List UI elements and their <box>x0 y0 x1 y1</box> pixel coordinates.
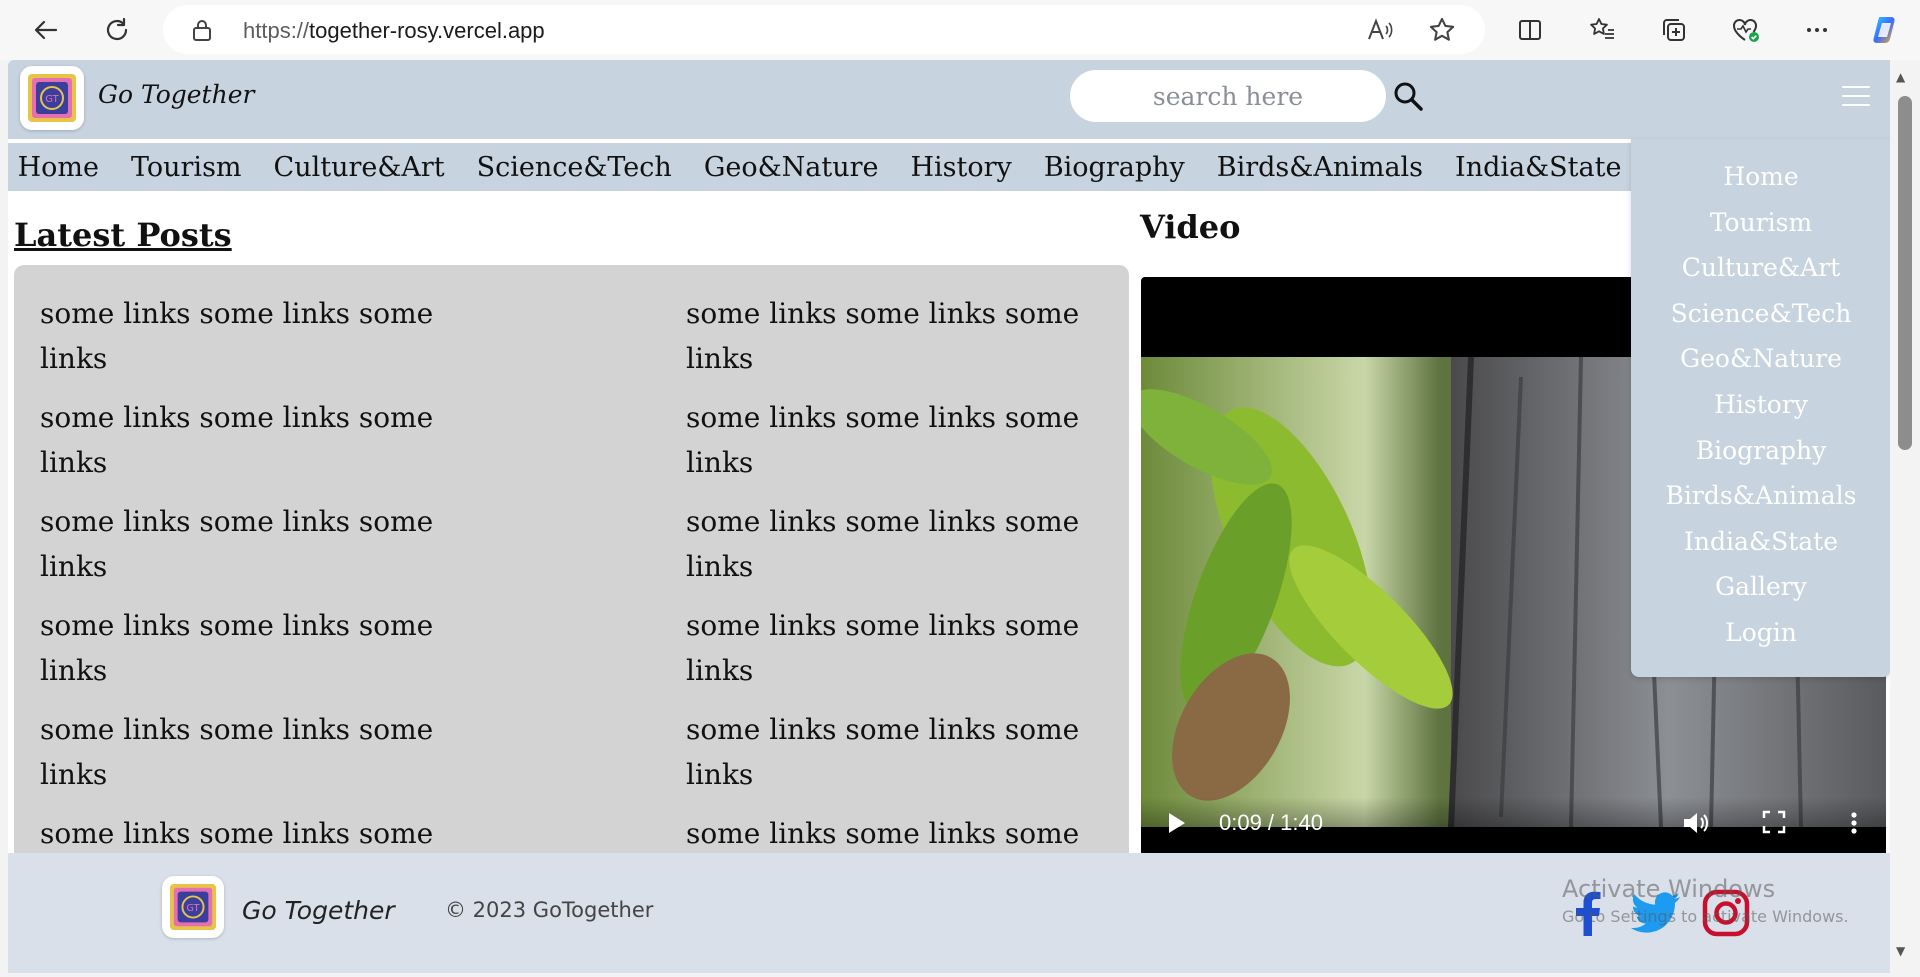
back-icon[interactable] <box>26 10 66 50</box>
post-link[interactable]: some links some links some links <box>40 499 440 603</box>
footer-logo[interactable]: GT <box>162 876 224 938</box>
play-icon[interactable] <box>1163 809 1189 841</box>
svg-text:GT: GT <box>45 94 59 105</box>
post-link[interactable]: some links some links some links <box>686 707 1086 811</box>
instagram-icon[interactable] <box>1700 887 1752 939</box>
lock-icon[interactable] <box>191 18 213 46</box>
collections-icon[interactable] <box>1654 10 1694 50</box>
video-heading: Video <box>1140 208 1241 246</box>
copilot-icon[interactable] <box>1866 10 1906 50</box>
post-link[interactable]: some links some links some links <box>686 603 1086 707</box>
menu-item-gallery[interactable]: Gallery <box>1631 564 1890 610</box>
video-more-icon[interactable] <box>1841 809 1867 841</box>
post-link[interactable]: some links some links some links <box>40 395 440 499</box>
nav-culture-art[interactable]: Culture&Art <box>274 152 445 183</box>
browser-essentials-icon[interactable] <box>1726 10 1766 50</box>
hamburger-menu-icon[interactable] <box>1842 86 1870 110</box>
menu-item-india-state[interactable]: India&State <box>1631 519 1890 565</box>
menu-item-biography[interactable]: Biography <box>1631 428 1890 474</box>
nav-india-state[interactable]: India&State <box>1455 152 1621 183</box>
facebook-icon[interactable] <box>1562 887 1614 939</box>
svg-text:GT: GT <box>187 903 200 914</box>
search-icon <box>1394 82 1423 111</box>
post-link[interactable]: some links some links some links <box>40 291 440 395</box>
search-button[interactable] <box>1386 74 1430 118</box>
nav-birds-animals[interactable]: Birds&Animals <box>1217 152 1423 183</box>
main-nav: Home Tourism Culture&Art Science&Tech Ge… <box>8 141 1631 191</box>
post-link[interactable]: some links some links some links <box>686 499 1086 603</box>
nav-history[interactable]: History <box>911 152 1012 183</box>
menu-item-home[interactable]: Home <box>1631 154 1890 200</box>
site-header: GT Go Together <box>8 60 1890 139</box>
address-bar[interactable]: https://together-rosy.vercel.app <box>163 5 1485 54</box>
url-host: together-rosy.vercel.app <box>309 18 545 43</box>
site-footer: GT Go Together © 2023 GoTogether Activat… <box>8 853 1890 973</box>
menu-item-history[interactable]: History <box>1631 382 1890 428</box>
video-time: 0:09 / 1:40 <box>1219 810 1323 835</box>
video-controls: 0:09 / 1:40 <box>1141 797 1886 853</box>
url-protocol: https:// <box>243 18 310 43</box>
url-text[interactable]: https://together-rosy.vercel.app <box>243 18 545 44</box>
twitter-icon[interactable] <box>1630 887 1682 939</box>
go-together-logo-icon: GT <box>28 74 76 122</box>
go-together-logo-icon: GT <box>169 883 217 931</box>
nav-tourism[interactable]: Tourism <box>131 152 242 183</box>
nav-science-tech[interactable]: Science&Tech <box>477 152 672 183</box>
page-viewport: GT Go Together Home Tourism Culture&Art … <box>8 60 1890 973</box>
refresh-icon[interactable] <box>97 10 137 50</box>
menu-item-science-tech[interactable]: Science&Tech <box>1631 291 1890 337</box>
site-logo[interactable]: GT <box>20 66 84 130</box>
post-link[interactable]: some links some links some links <box>686 395 1086 499</box>
split-screen-icon[interactable] <box>1510 10 1550 50</box>
favorite-star-icon[interactable] <box>1425 13 1459 47</box>
menu-item-culture-art[interactable]: Culture&Art <box>1631 245 1890 291</box>
footer-brand: Go Together <box>242 896 395 925</box>
post-link[interactable]: some links some links some links <box>40 707 440 811</box>
menu-item-login[interactable]: Login <box>1631 610 1890 656</box>
latest-posts-heading: Latest Posts <box>14 216 232 254</box>
read-aloud-icon[interactable] <box>1363 13 1397 47</box>
browser-toolbar: https://together-rosy.vercel.app <box>0 0 1920 60</box>
favorites-icon[interactable] <box>1582 10 1622 50</box>
scroll-thumb[interactable] <box>1898 96 1912 450</box>
nav-geo-nature[interactable]: Geo&Nature <box>704 152 879 183</box>
scroll-up-icon[interactable]: ▲ <box>1896 70 1905 84</box>
volume-icon[interactable] <box>1681 809 1711 841</box>
post-link[interactable]: some links some links some links <box>686 291 1086 395</box>
fullscreen-icon[interactable] <box>1761 809 1787 839</box>
nav-home[interactable]: Home <box>18 152 99 183</box>
nav-biography[interactable]: Biography <box>1044 152 1185 183</box>
search-input[interactable] <box>1070 70 1386 122</box>
dropdown-menu: Home Tourism Culture&Art Science&Tech Ge… <box>1631 139 1890 677</box>
more-icon[interactable] <box>1797 10 1837 50</box>
footer-copyright: © 2023 GoTogether <box>445 898 654 922</box>
page-scrollbar[interactable]: ▲ ▼ <box>1890 60 1920 973</box>
menu-item-geo-nature[interactable]: Geo&Nature <box>1631 336 1890 382</box>
scroll-down-icon[interactable]: ▼ <box>1896 944 1905 958</box>
menu-item-tourism[interactable]: Tourism <box>1631 200 1890 246</box>
site-brand[interactable]: Go Together <box>98 80 254 109</box>
post-link[interactable]: some links some links some links <box>40 603 440 707</box>
menu-item-birds-animals[interactable]: Birds&Animals <box>1631 473 1890 519</box>
